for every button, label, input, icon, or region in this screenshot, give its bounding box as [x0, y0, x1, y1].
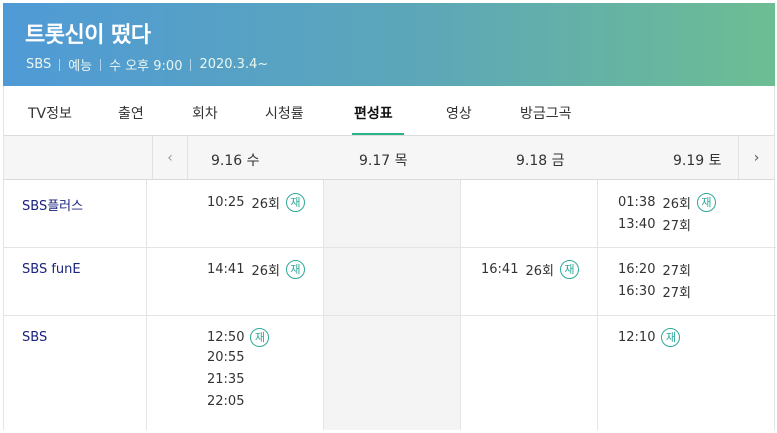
- channel-name[interactable]: SBS: [22, 330, 47, 345]
- schedule-entry: 20:55: [207, 350, 244, 365]
- air-time: 10:25: [207, 195, 245, 210]
- chevron-left-icon: ‹: [167, 149, 173, 166]
- air-time: 21:35: [207, 372, 245, 387]
- air-time: 14:41: [207, 262, 245, 277]
- schedule-entry: 16:30 27회: [618, 282, 691, 301]
- schedule-entry: 12:50 재: [207, 328, 270, 347]
- program-airtime: 수 오후 9:00: [109, 59, 183, 74]
- episode-number: 26회: [251, 264, 280, 279]
- program-panel: 트롯신이 떴다 SBS 예능 수 오후 9:00 2020.3.4~ TV정보 …: [3, 3, 776, 433]
- episode-number: 27회: [662, 286, 691, 301]
- date-header: 9.17 목: [359, 153, 408, 169]
- schedule-entry: 21:35: [207, 372, 244, 387]
- row-divider: [4, 315, 776, 316]
- episode-number: 26회: [662, 197, 691, 212]
- episode-number: 27회: [662, 219, 691, 234]
- tab-bar: TV정보 출연 회차 시청률 편성표 영상 방금그곡: [3, 86, 775, 136]
- meta-divider: [100, 58, 102, 71]
- air-time: 13:40: [618, 217, 656, 232]
- shaded-column: [323, 180, 460, 430]
- air-time: 22:05: [207, 394, 245, 409]
- date-header: 9.16 수: [211, 153, 260, 169]
- program-channel: SBS: [26, 57, 52, 72]
- schedule-entry: 13:40 27회: [618, 215, 691, 234]
- schedule-entry: 12:10 재: [618, 328, 681, 347]
- channel-name[interactable]: SBS funE: [22, 262, 81, 277]
- row-divider: [4, 247, 776, 248]
- air-time: 16:30: [618, 284, 656, 299]
- tab-episodes[interactable]: 회차: [192, 103, 218, 123]
- program-start-date: 2020.3.4~: [199, 57, 269, 72]
- air-time: 16:20: [618, 262, 656, 277]
- column-divider: [146, 180, 147, 430]
- episode-number: 27회: [662, 264, 691, 279]
- date-header: 9.18 금: [516, 153, 565, 169]
- program-meta: SBS 예능 수 오후 9:00 2020.3.4~: [26, 55, 268, 74]
- date-bar: ‹ 9.16 수 9.17 목 9.18 금 9.19 토 ›: [3, 136, 775, 180]
- schedule-entry: 10:25 26회 재: [207, 193, 305, 212]
- rerun-badge: 재: [250, 328, 270, 347]
- tab-ratings[interactable]: 시청률: [265, 103, 304, 123]
- column-divider: [597, 180, 598, 430]
- tab-that-song[interactable]: 방금그곡: [520, 103, 572, 123]
- rerun-badge: 재: [696, 193, 716, 212]
- rerun-badge: 재: [285, 193, 305, 212]
- episode-number: 26회: [525, 264, 554, 279]
- episode-number: 26회: [251, 197, 280, 212]
- tab-videos[interactable]: 영상: [446, 103, 472, 123]
- schedule-entry: 22:05: [207, 394, 244, 409]
- tab-cast[interactable]: 출연: [118, 103, 144, 123]
- column-divider: [323, 180, 324, 430]
- date-header: 9.19 토: [673, 153, 722, 169]
- program-genre: 예능: [68, 59, 93, 74]
- air-time: 20:55: [207, 350, 245, 365]
- air-time: 01:38: [618, 195, 656, 210]
- meta-divider: [190, 58, 192, 71]
- active-tab-indicator: [352, 133, 404, 135]
- tab-schedule[interactable]: 편성표: [354, 103, 393, 123]
- schedule-entry: 16:41 26회 재: [481, 260, 579, 279]
- air-time: 16:41: [481, 262, 519, 277]
- rerun-badge: 재: [285, 260, 305, 279]
- chevron-right-icon: ›: [753, 149, 760, 166]
- schedule-grid: SBS플러스 10:25 26회 재 01:38 26회 재 13:40 27회 SBS funE…: [3, 180, 776, 430]
- program-header: 트롯신이 떴다 SBS 예능 수 오후 9:00 2020.3.4~: [3, 3, 775, 86]
- air-time: 12:50: [207, 330, 245, 345]
- meta-divider: [59, 58, 61, 71]
- schedule-entry: 14:41 26회 재: [207, 260, 305, 279]
- air-time: 12:10: [618, 330, 656, 345]
- rerun-badge: 재: [559, 260, 579, 279]
- rerun-badge: 재: [661, 328, 681, 347]
- schedule-entry: 01:38 26회 재: [618, 193, 716, 212]
- column-divider: [460, 180, 461, 430]
- schedule-entry: 16:20 27회: [618, 260, 691, 279]
- next-week-button[interactable]: ›: [738, 136, 774, 179]
- program-title: 트롯신이 떴다: [25, 23, 151, 48]
- prev-week-button[interactable]: ‹: [152, 136, 188, 179]
- tab-tv-info[interactable]: TV정보: [28, 103, 72, 123]
- channel-name[interactable]: SBS플러스: [22, 195, 83, 214]
